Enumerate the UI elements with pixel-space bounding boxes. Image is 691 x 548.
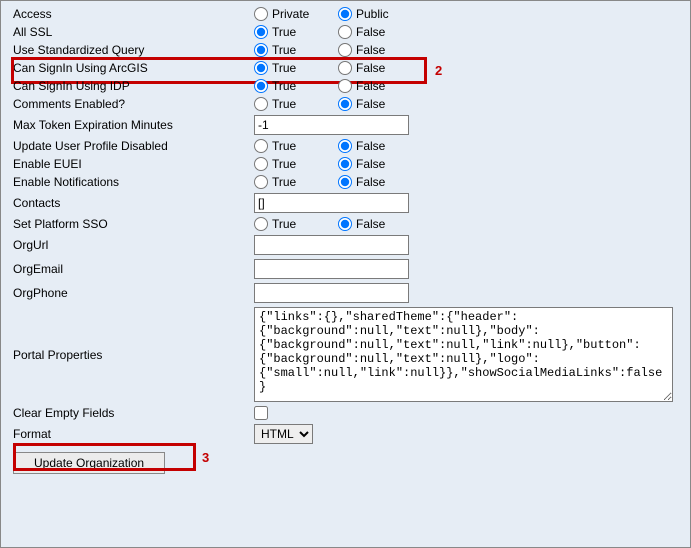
portal-properties-textarea[interactable]: {"links":{},"sharedTheme":{"header":{"ba… (254, 307, 673, 402)
org-url-label: OrgUrl (9, 238, 254, 252)
set-platform-sso-true[interactable]: True (254, 217, 332, 231)
access-private[interactable]: Private (254, 7, 332, 21)
org-phone-label: OrgPhone (9, 286, 254, 300)
enable-euei-true[interactable]: True (254, 157, 332, 171)
use-std-query-label: Use Standardized Query (9, 43, 254, 57)
can-signin-arcgis-true[interactable]: True (254, 61, 332, 75)
clear-empty-fields-checkbox[interactable] (254, 406, 268, 420)
portal-properties-label: Portal Properties (9, 348, 254, 362)
org-phone-input[interactable] (254, 283, 409, 303)
enable-notifications-label: Enable Notifications (9, 175, 254, 189)
can-signin-idp-true[interactable]: True (254, 79, 332, 93)
can-signin-arcgis-false[interactable]: False (338, 61, 416, 75)
all-ssl-true[interactable]: True (254, 25, 332, 39)
access-label: Access (9, 7, 254, 21)
all-ssl-false[interactable]: False (338, 25, 416, 39)
enable-euei-label: Enable EUEI (9, 157, 254, 171)
contacts-input[interactable] (254, 193, 409, 213)
access-public[interactable]: Public (338, 7, 416, 21)
comments-enabled-false[interactable]: False (338, 97, 416, 111)
comments-enabled-true[interactable]: True (254, 97, 332, 111)
format-select[interactable]: HTML (254, 424, 313, 444)
enable-notifications-true[interactable]: True (254, 175, 332, 189)
enable-euei-false[interactable]: False (338, 157, 416, 171)
org-email-input[interactable] (254, 259, 409, 279)
contacts-label: Contacts (9, 196, 254, 210)
org-email-label: OrgEmail (9, 262, 254, 276)
update-user-profile-false[interactable]: False (338, 139, 416, 153)
use-std-query-false[interactable]: False (338, 43, 416, 57)
max-token-exp-input[interactable] (254, 115, 409, 135)
update-user-profile-true[interactable]: True (254, 139, 332, 153)
org-url-input[interactable] (254, 235, 409, 255)
clear-empty-fields-label: Clear Empty Fields (9, 406, 254, 420)
format-label: Format (9, 427, 254, 441)
annotation-3: 3 (202, 450, 209, 465)
all-ssl-label: All SSL (9, 25, 254, 39)
enable-notifications-false[interactable]: False (338, 175, 416, 189)
set-platform-sso-false[interactable]: False (338, 217, 416, 231)
update-user-profile-label: Update User Profile Disabled (9, 139, 254, 153)
can-signin-idp-false[interactable]: False (338, 79, 416, 93)
comments-enabled-label: Comments Enabled? (9, 97, 254, 111)
can-signin-idp-label: Can SignIn Using IDP (9, 79, 254, 93)
use-std-query-true[interactable]: True (254, 43, 332, 57)
annotation-2: 2 (435, 63, 442, 78)
max-token-exp-label: Max Token Expiration Minutes (9, 118, 254, 132)
update-organization-button[interactable]: Update Organization (13, 452, 165, 474)
can-signin-arcgis-label: Can SignIn Using ArcGIS (9, 61, 254, 75)
set-platform-sso-label: Set Platform SSO (9, 217, 254, 231)
